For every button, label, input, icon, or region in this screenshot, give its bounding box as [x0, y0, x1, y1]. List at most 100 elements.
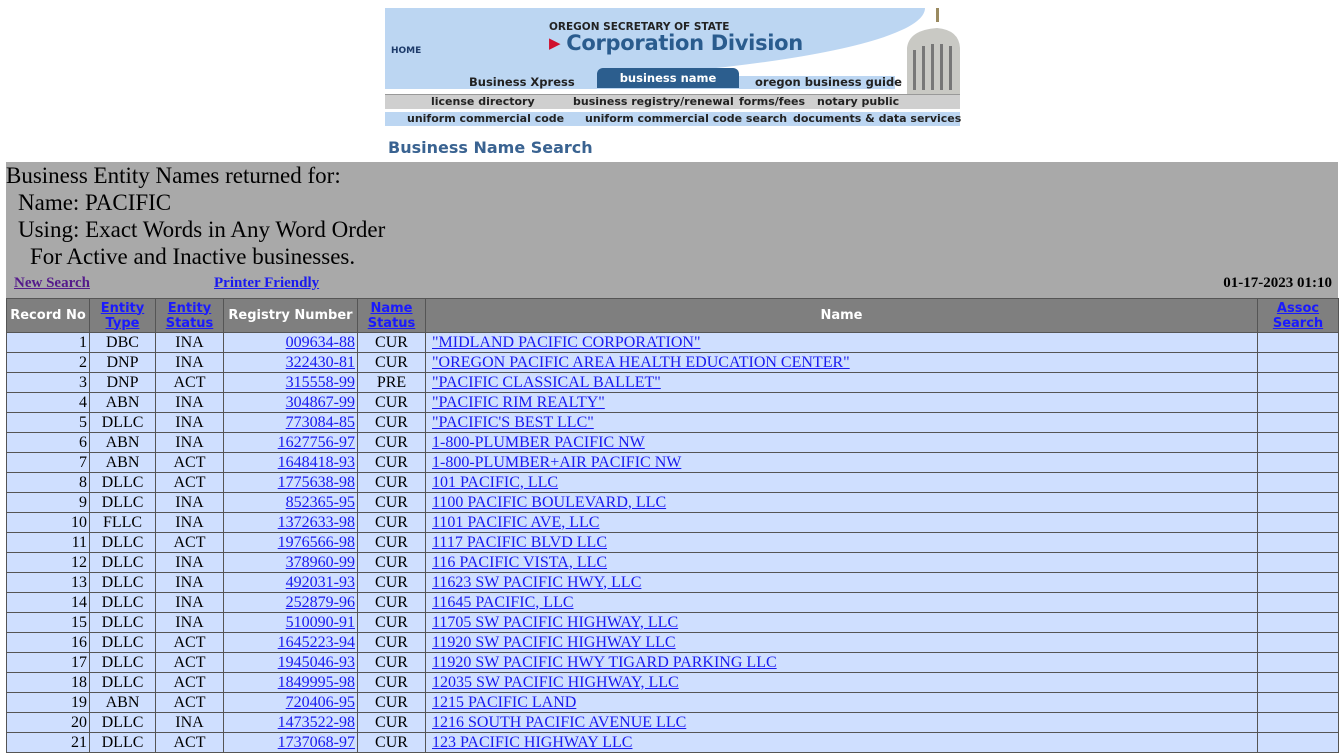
name-cell: "PACIFIC'S BEST LLC" — [425, 412, 1258, 433]
tab-business-xpress[interactable]: Business Xpress — [469, 75, 575, 89]
entity-type: DLLC — [89, 632, 156, 653]
assoc-search-cell — [1257, 552, 1339, 573]
new-search-link[interactable]: New Search — [14, 275, 90, 292]
business-name-link[interactable]: 1100 PACIFIC BOULEVARD, LLC — [432, 494, 666, 511]
registry-number-link[interactable]: 1976566-98 — [278, 534, 355, 551]
name-status: CUR — [357, 352, 426, 373]
printer-friendly-link[interactable]: Printer Friendly — [214, 275, 319, 292]
table-row: 6 ABN INA 1627756-97 CUR 1-800-PLUMBER P… — [6, 432, 1339, 453]
tab-oregon-business-guide[interactable]: oregon business guide — [755, 75, 902, 89]
registry-number-link[interactable]: 304867-99 — [286, 394, 355, 411]
business-name-link[interactable]: 101 PACIFIC, LLC — [432, 474, 558, 491]
registry-number-link[interactable]: 1627756-97 — [278, 434, 355, 451]
nav-documents-data[interactable]: documents & data services — [793, 112, 961, 126]
registry-number-link[interactable]: 510090-91 — [286, 614, 355, 631]
assoc-search-link-2[interactable]: Search — [1273, 316, 1323, 331]
business-name-link[interactable]: 1-800-PLUMBER+AIR PACIFIC NW — [432, 454, 681, 471]
business-name-link[interactable]: 1101 PACIFIC AVE, LLC — [432, 514, 599, 531]
entity-type: ABN — [89, 452, 156, 473]
sort-entity-status-link-2[interactable]: Status — [166, 316, 214, 331]
assoc-search-cell — [1257, 672, 1339, 693]
registry-number-link[interactable]: 720406-95 — [286, 694, 355, 711]
name-cell: 11920 SW PACIFIC HWY TIGARD PARKING LLC — [425, 652, 1258, 673]
tab-business-name-search[interactable]: business name search — [597, 68, 739, 105]
nav-ucc[interactable]: uniform commercial code — [407, 112, 564, 126]
col-entity-type[interactable]: Entity Type — [89, 298, 156, 333]
assoc-search-cell — [1257, 412, 1339, 433]
business-name-link[interactable]: "PACIFIC CLASSICAL BALLET" — [432, 374, 661, 391]
assoc-search-cell — [1257, 512, 1339, 533]
registry-number-link[interactable]: 1645223-94 — [278, 634, 355, 651]
registry-number-cell: 1645223-94 — [223, 632, 358, 653]
col-assoc-search[interactable]: Assoc Search — [1257, 298, 1339, 333]
business-name-link[interactable]: "PACIFIC RIM REALTY" — [432, 394, 605, 411]
business-name-link[interactable]: "MIDLAND PACIFIC CORPORATION" — [432, 334, 701, 351]
registry-number-cell: 252879-96 — [223, 592, 358, 613]
nav-business-registry[interactable]: business registry/renewal — [573, 95, 734, 109]
home-link[interactable]: HOME — [391, 46, 421, 56]
name-status: CUR — [357, 712, 426, 733]
business-name-link[interactable]: 123 PACIFIC HIGHWAY LLC — [432, 734, 632, 751]
business-name-link[interactable]: 1-800-PLUMBER PACIFIC NW — [432, 434, 645, 451]
business-name-link[interactable]: 11645 PACIFIC, LLC — [432, 594, 574, 611]
table-row: 2 DNP INA 322430-81 CUR "OREGON PACIFIC … — [6, 352, 1339, 373]
col-name: Name — [425, 298, 1258, 333]
entity-type: DLLC — [89, 592, 156, 613]
name-status: CUR — [357, 332, 426, 353]
name-cell: "PACIFIC CLASSICAL BALLET" — [425, 372, 1258, 393]
name-cell: 1-800-PLUMBER PACIFIC NW — [425, 432, 1258, 453]
entity-status: ACT — [155, 692, 224, 713]
registry-number-link[interactable]: 009634-88 — [286, 334, 355, 351]
registry-number-link[interactable]: 492031-93 — [286, 574, 355, 591]
assoc-search-cell — [1257, 472, 1339, 493]
nav-ucc-search[interactable]: uniform commercial code search — [585, 112, 787, 126]
registry-number-link[interactable]: 852365-95 — [286, 494, 355, 511]
business-name-link[interactable]: 11705 SW PACIFIC HIGHWAY, LLC — [432, 614, 678, 631]
registry-number-link[interactable]: 1775638-98 — [278, 474, 355, 491]
registry-number-link[interactable]: 1473522-98 — [278, 714, 355, 731]
entity-type: DNP — [89, 352, 156, 373]
registry-number-link[interactable]: 773084-85 — [286, 414, 355, 431]
sort-name-status-link[interactable]: Name — [370, 301, 412, 316]
record-no: 11 — [6, 532, 90, 553]
business-name-link[interactable]: 11623 SW PACIFIC HWY, LLC — [432, 574, 641, 591]
business-name-link[interactable]: 1117 PACIFIC BLVD LLC — [432, 534, 607, 551]
registry-number-link[interactable]: 322430-81 — [286, 354, 355, 371]
registry-number-link[interactable]: 1372633-98 — [278, 514, 355, 531]
name-status: CUR — [357, 732, 426, 753]
registry-number-link[interactable]: 1849995-98 — [278, 674, 355, 691]
sort-name-status-link-2[interactable]: Status — [368, 316, 416, 331]
division-logo[interactable]: ▶ Corporation Division — [549, 31, 803, 55]
registry-number-link[interactable]: 378960-99 — [286, 554, 355, 571]
business-name-link[interactable]: 12035 SW PACIFIC HIGHWAY, LLC — [432, 674, 679, 691]
registry-number-link[interactable]: 315558-99 — [286, 374, 355, 391]
name-status: PRE — [357, 372, 426, 393]
registry-number-link[interactable]: 1648418-93 — [278, 454, 355, 471]
table-row: 18 DLLC ACT 1849995-98 CUR 12035 SW PACI… — [6, 672, 1339, 693]
business-name-link[interactable]: "PACIFIC'S BEST LLC" — [432, 414, 594, 431]
entity-status: INA — [155, 492, 224, 513]
business-name-link[interactable]: 11920 SW PACIFIC HWY TIGARD PARKING LLC — [432, 654, 777, 671]
business-name-link[interactable]: 1216 SOUTH PACIFIC AVENUE LLC — [432, 714, 686, 731]
col-name-status[interactable]: Name Status — [357, 298, 426, 333]
criteria-using: Using: Exact Words in Any Word Order — [18, 217, 386, 242]
nav-notary-public[interactable]: notary public — [817, 95, 899, 109]
nav-forms-fees[interactable]: forms/fees — [739, 95, 805, 109]
business-name-link[interactable]: 11920 SW PACIFIC HIGHWAY LLC — [432, 634, 676, 651]
name-cell: 123 PACIFIC HIGHWAY LLC — [425, 732, 1258, 753]
registry-number-link[interactable]: 252879-96 — [286, 594, 355, 611]
business-name-link[interactable]: 116 PACIFIC VISTA, LLC — [432, 554, 607, 571]
assoc-search-cell — [1257, 612, 1339, 633]
registry-number-link[interactable]: 1945046-93 — [278, 654, 355, 671]
assoc-search-link[interactable]: Assoc — [1277, 301, 1319, 316]
assoc-search-cell — [1257, 332, 1339, 353]
col-entity-status[interactable]: Entity Status — [155, 298, 224, 333]
nav-license-directory[interactable]: license directory — [431, 95, 535, 109]
entity-type: DLLC — [89, 532, 156, 553]
sort-entity-status-link[interactable]: Entity — [168, 301, 212, 316]
sort-entity-type-link-2[interactable]: Type — [106, 316, 140, 331]
sort-entity-type-link[interactable]: Entity — [101, 301, 145, 316]
business-name-link[interactable]: 1215 PACIFIC LAND — [432, 694, 576, 711]
registry-number-link[interactable]: 1737068-97 — [278, 734, 355, 751]
business-name-link[interactable]: "OREGON PACIFIC AREA HEALTH EDUCATION CE… — [432, 354, 850, 371]
